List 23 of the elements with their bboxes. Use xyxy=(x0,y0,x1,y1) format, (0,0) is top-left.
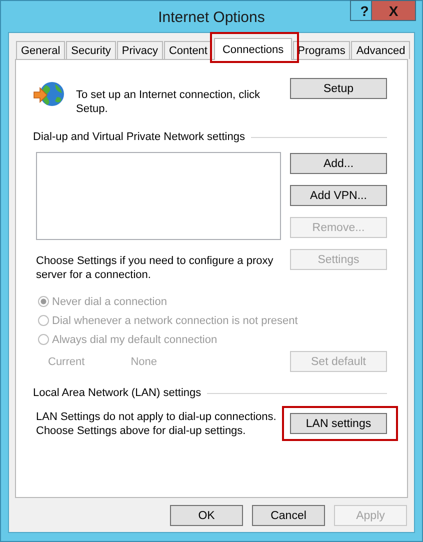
tab[interactable]: Security xyxy=(66,41,116,59)
button[interactable]: LAN settings xyxy=(290,413,387,434)
window-title: Internet Options xyxy=(158,9,265,26)
tab[interactable]: Programs xyxy=(292,41,350,59)
setup-description: To set up an Internet connection, click Setup. xyxy=(76,88,261,116)
button[interactable]: Cancel xyxy=(252,505,325,526)
tab[interactable]: Connections xyxy=(214,38,292,60)
button[interactable]: OK xyxy=(170,505,243,526)
current-value: None xyxy=(130,356,157,368)
button[interactable]: Add... xyxy=(290,153,387,174)
connection-list[interactable] xyxy=(36,152,281,240)
close-button[interactable]: X xyxy=(371,0,416,21)
section-heading: Dial-up and Virtual Private Network settings xyxy=(33,131,245,143)
tab[interactable]: Advanced xyxy=(351,41,410,59)
tab[interactable]: Privacy xyxy=(116,41,163,59)
lan-description: LAN Settings do not apply to dial-up connections. Choose Settings above for dial-up settings. xyxy=(36,410,278,438)
tab[interactable]: Content xyxy=(164,41,212,59)
button[interactable]: Add VPN... xyxy=(290,185,387,206)
section-heading: Local Area Network (LAN) settings xyxy=(33,387,202,399)
current-label: Current xyxy=(48,356,85,368)
proxy-description: Choose Settings if you need to configure a proxy server for a connection. xyxy=(36,254,274,282)
tab[interactable]: General xyxy=(16,41,66,59)
button[interactable]: Setup xyxy=(290,78,387,99)
